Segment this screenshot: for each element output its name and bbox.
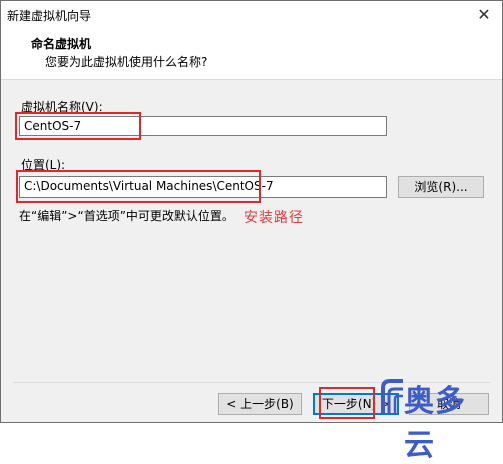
wizard-window: 新建虚拟机向导 ✕ 命名虚拟机 您要为此虚拟机使用什么名称? 虚拟机名称(V):… [0, 0, 503, 463]
location-hint: 在“编辑”>“首选项”中可更改默认位置。 [19, 209, 234, 223]
wizard-header: 命名虚拟机 您要为此虚拟机使用什么名称? [1, 29, 502, 80]
close-icon[interactable]: ✕ [466, 1, 502, 29]
back-button[interactable]: < 上一步(B) [218, 393, 302, 415]
window-title: 新建虚拟机向导 [7, 9, 92, 23]
watermark-logo-icon [381, 379, 403, 414]
install-path-annotation: 安装路径 [244, 210, 304, 226]
page-subtitle: 您要为此虚拟机使用什么名称? [45, 55, 208, 69]
page-title: 命名虚拟机 [31, 37, 92, 51]
browse-button[interactable]: 浏览(R)... [398, 176, 484, 198]
watermark-text: 奥多云 [404, 384, 466, 463]
vm-name-input[interactable]: CentOS-7 [19, 116, 387, 136]
location-label: 位置(L): [21, 158, 66, 172]
watermark: 奥多云 [380, 376, 494, 463]
vm-name-label: 虚拟机名称(V): [21, 100, 103, 114]
title-bar: 新建虚拟机向导 ✕ [1, 1, 502, 29]
location-input[interactable]: C:\Documents\Virtual Machines\CentOS-7 [19, 176, 387, 198]
